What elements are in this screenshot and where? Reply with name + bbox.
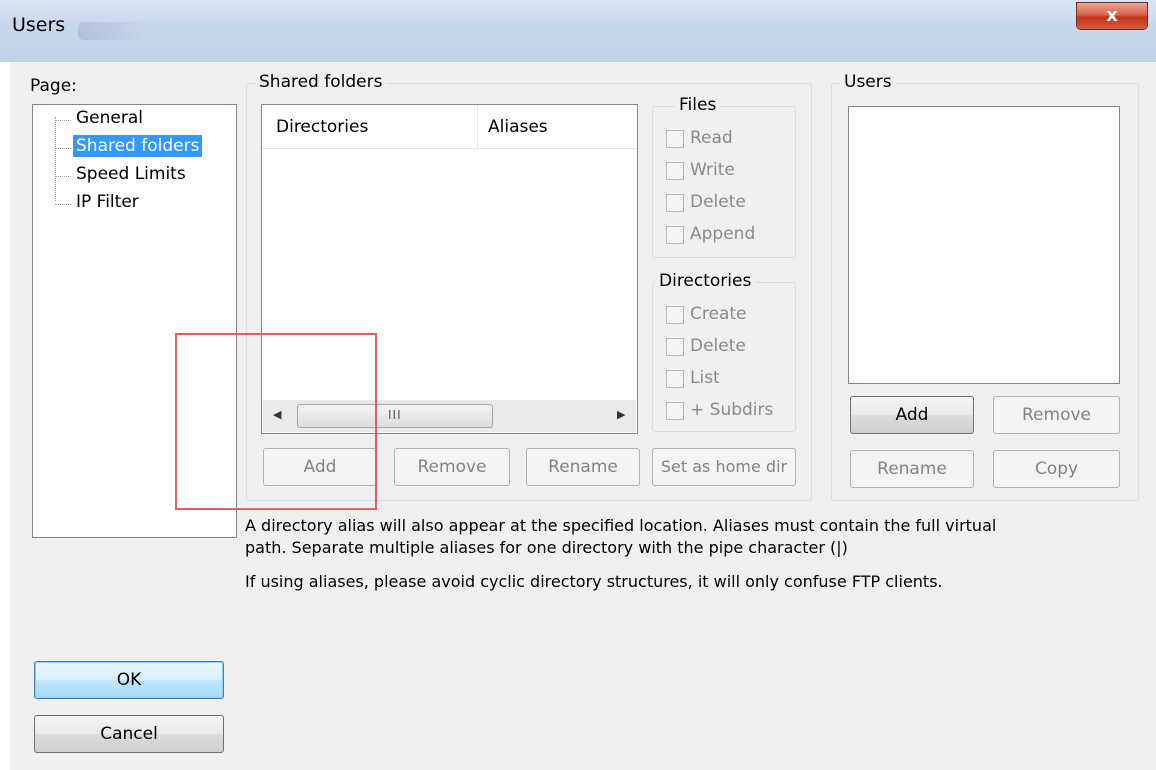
checkbox-box[interactable] <box>666 194 684 212</box>
tree-item-label: IP Filter <box>76 192 139 212</box>
users-remove-button[interactable]: Remove <box>993 396 1120 434</box>
listview-header: Directories Aliases <box>262 105 637 149</box>
column-aliases[interactable]: Aliases <box>488 117 548 137</box>
checkbox-box[interactable] <box>666 306 684 324</box>
shared-folders-caption: Shared folders <box>255 72 387 92</box>
tree-item-label: General <box>76 108 143 128</box>
title-bar: Users x <box>0 0 1156 62</box>
set-home-dir-button[interactable]: Set as home dir <box>652 448 796 486</box>
info-text-line3: If using aliases, please avoid cyclic di… <box>245 572 943 591</box>
close-button[interactable]: x <box>1076 2 1148 30</box>
tree-item-label: Shared folders <box>73 135 203 157</box>
checkbox-box[interactable] <box>666 338 684 356</box>
page-label: Page: <box>30 76 77 96</box>
column-directories[interactable]: Directories <box>276 117 368 137</box>
shared-remove-button[interactable]: Remove <box>394 448 510 486</box>
checkbox-label: Delete <box>690 336 746 356</box>
cancel-button[interactable]: Cancel <box>34 715 224 753</box>
info-text-line1: A directory alias will also appear at th… <box>245 516 997 535</box>
ok-button[interactable]: OK <box>34 661 224 699</box>
directories-caption: Directories <box>655 271 756 291</box>
checkbox-box[interactable] <box>666 402 684 420</box>
checkbox-label: List <box>690 368 720 388</box>
column-separator[interactable] <box>477 105 478 149</box>
checkbox-label: + Subdirs <box>690 400 774 420</box>
checkbox-box[interactable] <box>666 130 684 148</box>
checkbox-box[interactable] <box>666 226 684 244</box>
shared-rename-button[interactable]: Rename <box>526 448 640 486</box>
users-add-button[interactable]: Add <box>850 396 974 434</box>
checkbox-label: Append <box>690 224 756 244</box>
users-caption: Users <box>840 72 896 92</box>
scroll-right-arrow-icon[interactable]: ▶ <box>617 408 625 421</box>
annotation-highlight-box <box>175 333 377 510</box>
checkbox-box[interactable] <box>666 162 684 180</box>
checkbox-label: Delete <box>690 192 746 212</box>
checkbox-label: Create <box>690 304 747 324</box>
users-listbox[interactable] <box>848 106 1120 384</box>
window-title: Users <box>12 14 66 36</box>
tree-connector <box>55 117 56 201</box>
info-text-line2: path. Separate multiple aliases for one … <box>245 538 848 557</box>
checkbox-label: Read <box>690 128 733 148</box>
checkbox-label: Write <box>690 160 735 180</box>
users-rename-button[interactable]: Rename <box>850 450 974 488</box>
checkbox-box[interactable] <box>666 370 684 388</box>
users-copy-button[interactable]: Copy <box>993 450 1120 488</box>
tree-item-label: Speed Limits <box>76 164 186 184</box>
title-bar-blur <box>78 22 148 40</box>
files-caption: Files <box>675 95 721 115</box>
scroll-grip: III <box>388 408 402 422</box>
